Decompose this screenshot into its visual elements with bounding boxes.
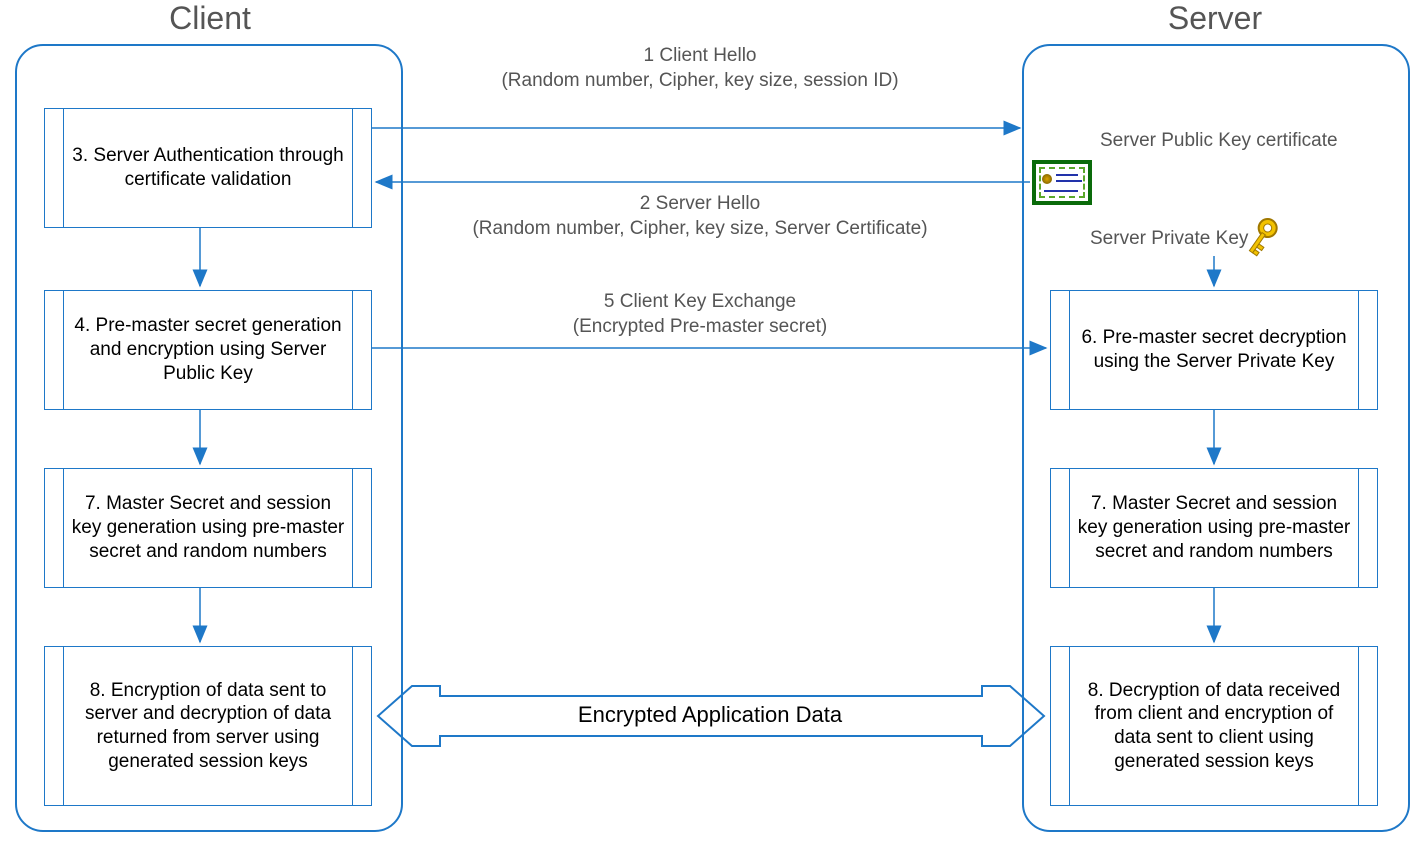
connectors-layer	[0, 0, 1426, 846]
diagram-canvas: Client Server 3. Server Authentication t…	[0, 0, 1426, 846]
double-arrow-encrypted-data	[378, 686, 1044, 746]
